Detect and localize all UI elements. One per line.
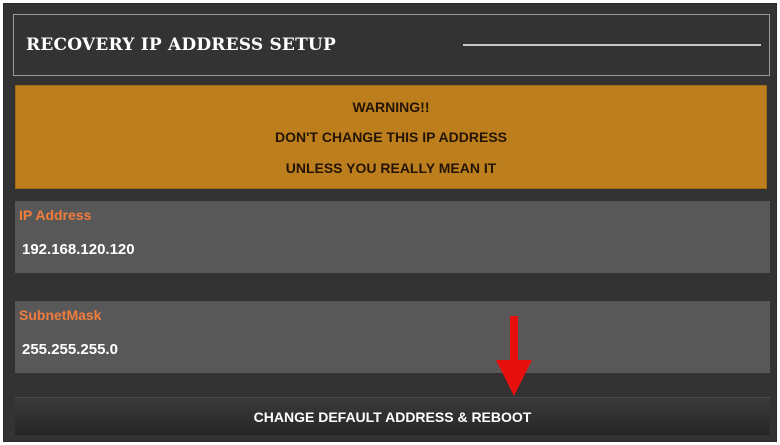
recovery-ip-panel: RECOVERY IP ADDRESS SETUP WARNING!! DON'… — [3, 3, 777, 442]
warning-message-line-2: UNLESS YOU REALLY MEAN IT — [285, 160, 497, 176]
red-arrow-down-icon — [496, 316, 532, 396]
subnet-mask-input[interactable]: 255.255.255.0 — [22, 341, 118, 358]
ip-address-label: IP Address — [19, 207, 92, 223]
ip-address-input[interactable]: 192.168.120.120 — [22, 241, 135, 258]
warning-message-line-1: DON'T CHANGE THIS IP ADDRESS — [274, 129, 508, 145]
change-address-reboot-button[interactable]: CHANGE DEFAULT ADDRESS & REBOOT — [15, 397, 770, 435]
header-divider — [463, 44, 761, 46]
warning-box: WARNING!! DON'T CHANGE THIS IP ADDRESS U… — [15, 85, 767, 189]
panel-header: RECOVERY IP ADDRESS SETUP — [13, 14, 770, 76]
ip-address-field[interactable]: IP Address 192.168.120.120 — [15, 201, 770, 273]
warning-heading: WARNING!! — [352, 99, 430, 115]
page-title: RECOVERY IP ADDRESS SETUP — [26, 35, 336, 55]
subnet-mask-field[interactable]: SubnetMask 255.255.255.0 — [15, 301, 770, 373]
subnet-mask-label: SubnetMask — [19, 307, 102, 323]
